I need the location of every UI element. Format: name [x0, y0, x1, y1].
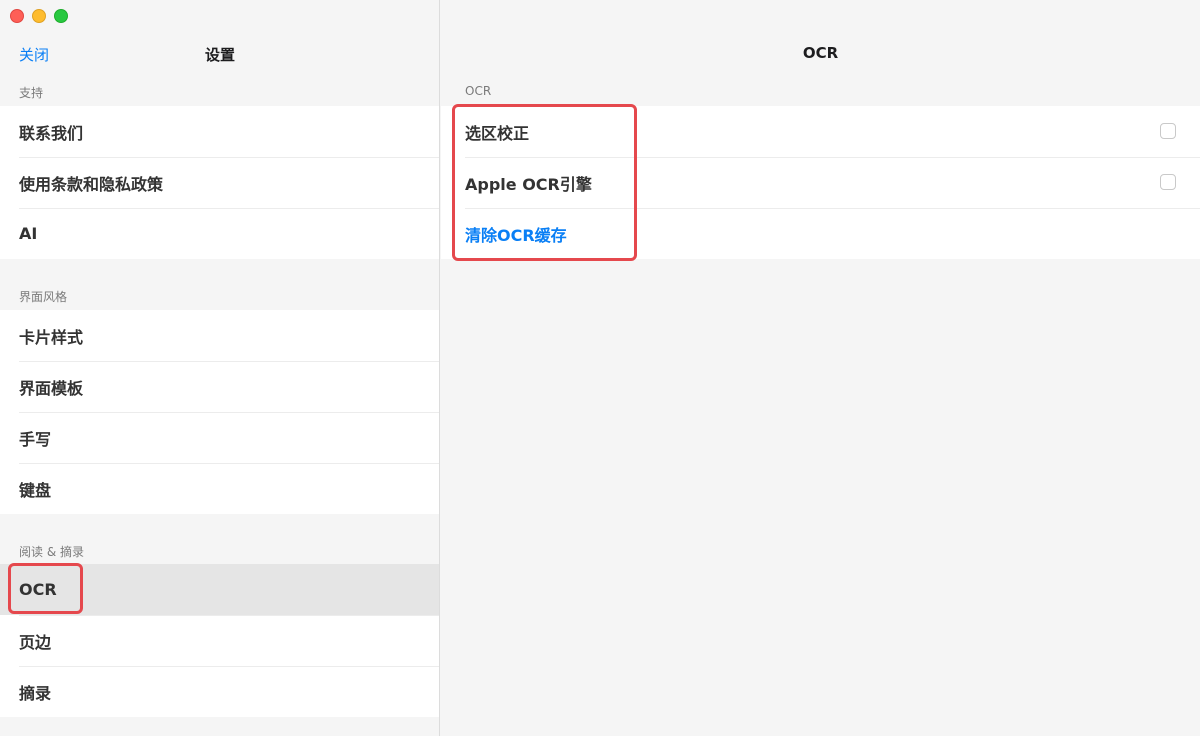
sidebar-item-ai[interactable]: AI	[0, 208, 439, 259]
setting-selection-correction[interactable]: 选区校正	[441, 106, 1200, 157]
sidebar-item-keyboard[interactable]: 键盘	[0, 463, 439, 514]
close-window-button[interactable]	[10, 9, 24, 23]
zoom-window-button[interactable]	[54, 9, 68, 23]
section-header-ocr: OCR	[465, 84, 492, 98]
sidebar-item-contact[interactable]: 联系我们	[0, 106, 439, 157]
group-reading: OCR 页边 摘录	[0, 564, 439, 717]
sidebar: 设置 关闭 支持 联系我们 使用条款和隐私政策 AI 界面风格 卡片样式 界面模…	[0, 0, 440, 736]
close-button[interactable]: 关闭	[19, 44, 49, 65]
window-controls	[10, 9, 68, 23]
sidebar-item-template[interactable]: 界面模板	[0, 361, 439, 412]
group-support: 联系我们 使用条款和隐私政策 AI	[0, 106, 439, 259]
sidebar-item-card-style[interactable]: 卡片样式	[0, 310, 439, 361]
minimize-window-button[interactable]	[32, 9, 46, 23]
group-appearance: 卡片样式 界面模板 手写 键盘	[0, 310, 439, 514]
detail-pane: OCR OCR 选区校正 Apple OCR引擎 清除OCR缓存	[441, 0, 1200, 736]
setting-label: 选区校正	[465, 123, 530, 143]
sidebar-item-terms-privacy[interactable]: 使用条款和隐私政策	[0, 157, 439, 208]
sidebar-item-margin[interactable]: 页边	[0, 615, 439, 666]
section-header-reading: 阅读 & 摘录	[19, 545, 84, 559]
sidebar-title: 设置	[204, 46, 235, 64]
settings-window: 设置 关闭 支持 联系我们 使用条款和隐私政策 AI 界面风格 卡片样式 界面模…	[0, 0, 1200, 736]
section-header-support: 支持	[19, 86, 44, 100]
sidebar-item-ocr[interactable]: OCR	[0, 564, 439, 615]
section-header-appearance: 界面风格	[19, 290, 68, 304]
setting-apple-ocr-engine[interactable]: Apple OCR引擎	[441, 157, 1200, 208]
detail-title: OCR	[802, 44, 839, 62]
clear-ocr-cache-button[interactable]: 清除OCR缓存	[441, 208, 1200, 259]
selection-correction-checkbox[interactable]	[1160, 123, 1176, 139]
apple-ocr-checkbox[interactable]	[1160, 174, 1176, 190]
setting-label: 清除OCR缓存	[465, 225, 567, 245]
sidebar-item-handwriting[interactable]: 手写	[0, 412, 439, 463]
group-ocr-settings: 选区校正 Apple OCR引擎 清除OCR缓存	[441, 106, 1200, 259]
sidebar-item-excerpt[interactable]: 摘录	[0, 666, 439, 717]
setting-label: Apple OCR引擎	[465, 174, 592, 194]
